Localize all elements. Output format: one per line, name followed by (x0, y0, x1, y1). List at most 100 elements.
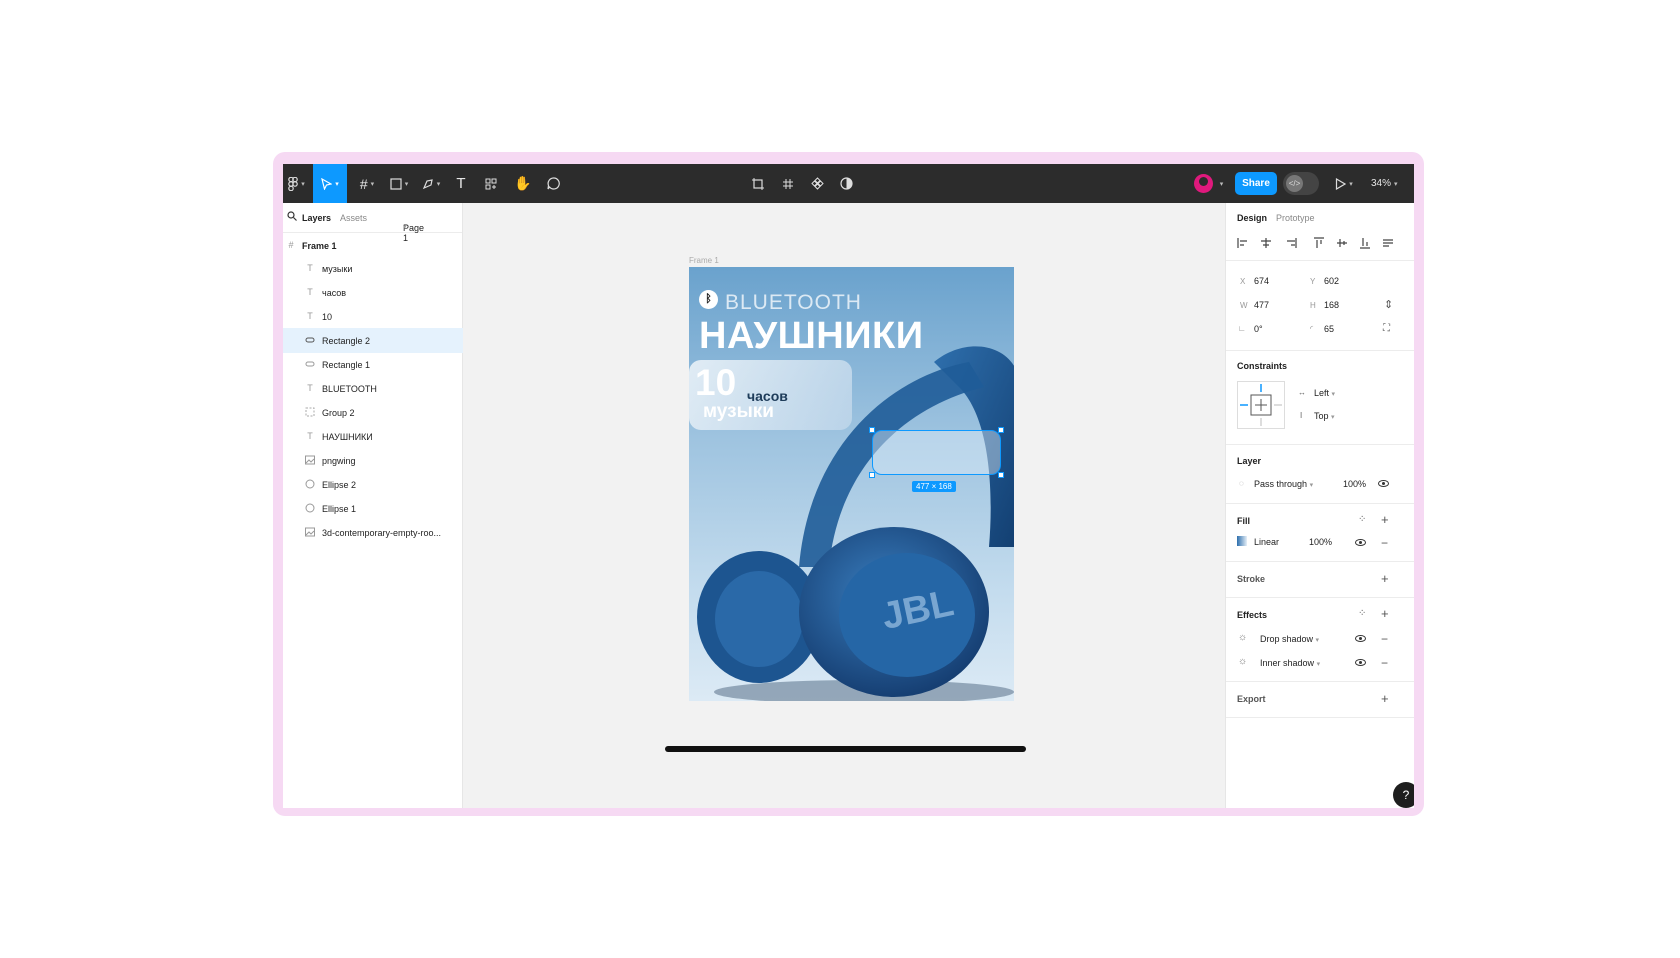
layer-row[interactable]: Rectangle 1 (283, 352, 463, 377)
fill-opacity-input[interactable]: 100% (1309, 537, 1332, 547)
add-effect-icon[interactable]: + (1381, 607, 1389, 620)
layer-row[interactable]: T часов (283, 280, 463, 305)
effect-inner-shadow[interactable]: Inner shadow ▾ (1260, 658, 1320, 668)
play-icon (1336, 177, 1347, 190)
blend-mode-select[interactable]: Pass through ▾ (1254, 479, 1313, 489)
contrast-button[interactable] (834, 164, 858, 203)
eye-icon[interactable] (1355, 659, 1366, 666)
independent-corners-icon[interactable]: ⛶ (1383, 323, 1390, 334)
corner-radius-input[interactable]: 65 (1324, 324, 1334, 334)
layer-row[interactable]: Group 2 (283, 400, 463, 425)
layer-row[interactable]: 3d-contemporary-empty-roo... (283, 520, 463, 545)
frame-label[interactable]: Frame 1 (689, 256, 719, 265)
add-stroke-icon[interactable]: + (1381, 572, 1389, 585)
chevron-down-icon: ▾ (1316, 661, 1321, 668)
layer-row[interactable]: T НАУШНИКИ (283, 424, 463, 449)
sun-icon[interactable]: ☼ (1238, 632, 1247, 643)
eye-icon[interactable] (1378, 480, 1389, 487)
text-tool-button[interactable]: T (449, 164, 473, 203)
add-fill-icon[interactable]: + (1381, 513, 1389, 526)
constraints-widget[interactable] (1237, 381, 1285, 429)
crop-button[interactable] (746, 164, 770, 203)
image-icon (305, 455, 315, 465)
corner-radius-icon: ◜ (1310, 324, 1314, 333)
resize-handle[interactable] (998, 427, 1004, 433)
rectangle-tool-button[interactable]: ▾ (385, 164, 413, 203)
grid-button[interactable] (776, 164, 800, 203)
share-button[interactable]: Share (1235, 172, 1277, 195)
eye-icon[interactable] (1355, 539, 1366, 546)
user-avatar[interactable] (1194, 174, 1213, 193)
y-input[interactable]: 602 (1324, 276, 1339, 286)
component-button[interactable] (805, 164, 829, 203)
artboard-frame-1[interactable]: JBL ᛒ BLUETOOTH НАУШНИКИ 10 часов музыки… (689, 267, 1014, 701)
selected-rectangle-2[interactable] (872, 430, 1001, 475)
layer-row[interactable]: T BLUETOOTH (283, 376, 463, 401)
layer-row[interactable]: pngwing (283, 448, 463, 473)
device-frame: ▾ ▾ # ▾ ▾ ▾ T ✋ ▾ Share </> ▾ 34% ▾ Laye… (273, 152, 1424, 816)
figma-menu-icon[interactable]: ▾ (283, 164, 310, 203)
styles-grid-icon[interactable]: ⁘ (1358, 608, 1366, 619)
resize-handle[interactable] (869, 472, 875, 478)
dev-mode-toggle[interactable]: </> (1283, 172, 1319, 195)
sun-icon[interactable]: ☼ (1238, 656, 1247, 667)
layer-frame[interactable]: # Frame 1 (283, 233, 463, 258)
help-button[interactable]: ? (1393, 782, 1414, 808)
rectangle-icon (390, 177, 402, 190)
rotation-icon: ∟ (1238, 324, 1246, 333)
poster-hours-number[interactable]: 10 (695, 362, 736, 404)
layer-row[interactable]: Ellipse 1 (283, 496, 463, 521)
constrain-proportions-icon[interactable]: ⇕ (1384, 298, 1393, 311)
vertical-constraint-select[interactable]: Top ▾ (1314, 411, 1335, 421)
crop-icon (752, 177, 764, 190)
pen-tool-button[interactable]: ▾ (417, 164, 445, 203)
resources-button[interactable] (479, 164, 503, 203)
move-tool-button[interactable]: ▾ (313, 164, 347, 203)
width-input[interactable]: 477 (1254, 300, 1269, 310)
effect-drop-shadow[interactable]: Drop shadow ▾ (1260, 634, 1319, 644)
constraints-section: Constraints ↔ Left ▾ I Top ▾ (1226, 351, 1414, 445)
effects-section: Effects ⁘ + ☼ Drop shadow ▾ − ☼ Inner sh… (1226, 598, 1414, 682)
ellipse-icon (305, 503, 315, 513)
eye-icon[interactable] (1355, 635, 1366, 642)
frame-icon: # (288, 240, 294, 250)
search-icon[interactable] (287, 211, 297, 223)
remove-fill-icon[interactable]: − (1381, 537, 1388, 549)
text-icon: T (307, 287, 313, 297)
add-export-icon[interactable]: + (1381, 692, 1389, 705)
align-toolbar[interactable] (1237, 237, 1397, 249)
tab-assets[interactable]: Assets (340, 213, 367, 223)
fill-swatch[interactable] (1237, 536, 1247, 546)
layer-row[interactable]: T 10 (283, 304, 463, 329)
pen-icon (422, 178, 433, 189)
styles-grid-icon[interactable]: ⁘ (1358, 514, 1366, 525)
tab-prototype[interactable]: Prototype (1276, 213, 1315, 223)
horizontal-constraint-select[interactable]: Left ▾ (1314, 388, 1335, 398)
layer-row[interactable]: T музыки (283, 256, 463, 281)
resize-handle[interactable] (869, 427, 875, 433)
comment-tool-button[interactable] (541, 164, 565, 203)
layer-row-selected[interactable]: Rectangle 2 (283, 328, 463, 353)
fill-type[interactable]: Linear (1254, 537, 1279, 547)
layer-opacity-input[interactable]: 100% (1343, 479, 1366, 489)
resize-handle[interactable] (998, 472, 1004, 478)
zoom-dropdown[interactable]: 34% ▾ (1371, 164, 1398, 203)
frame-tool-button[interactable]: # ▾ (353, 164, 381, 203)
tab-design[interactable]: Design (1237, 213, 1267, 223)
fill-section: Fill ⁘ + Linear 100% − (1226, 504, 1414, 562)
x-input[interactable]: 674 (1254, 276, 1269, 286)
height-input[interactable]: 168 (1324, 300, 1339, 310)
poster-title[interactable]: НАУШНИКИ (699, 315, 924, 358)
rotation-input[interactable]: 0° (1254, 324, 1263, 334)
avatar-menu-chevron-icon[interactable]: ▾ (1215, 164, 1225, 203)
layer-row[interactable]: Ellipse 2 (283, 472, 463, 497)
hand-icon: ✋ (514, 175, 532, 191)
poster-music-word[interactable]: музыки (703, 401, 774, 423)
tab-layers[interactable]: Layers (302, 213, 331, 223)
hand-tool-button[interactable]: ✋ (511, 164, 535, 203)
present-button[interactable]: ▾ (1331, 164, 1357, 203)
remove-effect-icon[interactable]: − (1381, 633, 1388, 645)
remove-effect-icon[interactable]: − (1381, 657, 1388, 669)
poster-bluetooth-text[interactable]: BLUETOOTH (725, 291, 862, 315)
bluetooth-icon: ᛒ (699, 290, 718, 309)
